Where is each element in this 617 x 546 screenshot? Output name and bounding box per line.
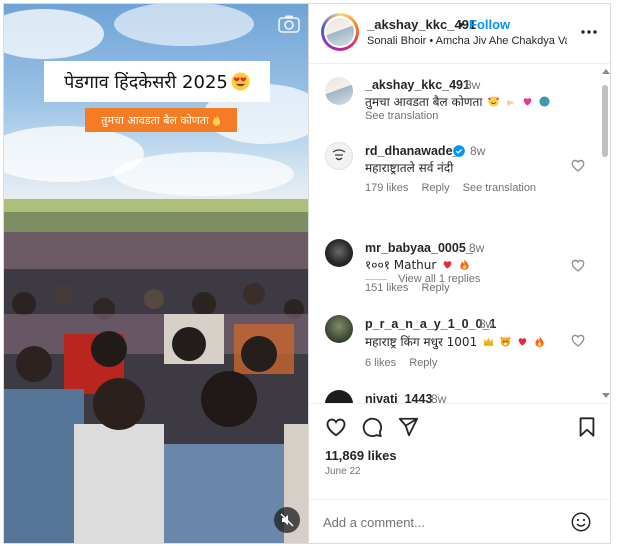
video-overlay-title: पेडगाव हिंदकेसरी 2025 [44,61,270,102]
comment-reply-button[interactable]: Reply [421,282,449,294]
comment-meta: 179 likes Reply See translation [365,182,546,194]
post-likes-count[interactable]: 11,869 likes [325,448,397,463]
pointing-hand-icon [506,100,514,106]
red-heart-icon [443,261,452,269]
replies-divider-line [365,278,387,280]
scroll-up-arrow-icon[interactable] [602,69,610,74]
post-date[interactable]: June 22 [325,466,361,477]
post-sidebar: _akshay_kkc_491 • Follow Sonali Bhoir • … [308,4,610,543]
post-actions: 11,869 likes June 22 [309,403,610,543]
post-header: _akshay_kkc_491 • Follow Sonali Bhoir • … [309,4,610,64]
instagram-post-dialog: पेडगाव हिंदकेसरी 2025 तुमचा आवडता बैल को… [3,3,611,544]
comment-username[interactable]: mr_babyaa_0005_ [365,241,473,255]
comment-likes[interactable]: 6 likes [365,357,396,369]
post-video[interactable]: पेडगाव हिंदकेसरी 2025 तुमचा आवडता बैल को… [4,4,308,543]
verified-badge-icon [453,145,465,157]
caption-text: तुमचा आवडता बैल कोणता [365,93,550,110]
comment-reply-button[interactable]: Reply [421,182,449,194]
more-horizontal-icon[interactable] [579,22,599,42]
author-avatar[interactable] [321,13,359,51]
scroll-down-arrow-icon[interactable] [602,393,610,398]
comment-like-heart-icon[interactable] [571,159,585,172]
comment-time[interactable]: 8w [470,144,485,158]
comment-likes[interactable]: 179 likes [365,182,408,194]
comments-list[interactable]: _akshay_kkc_491 8w तुमचा आवडता बैल कोणता… [309,65,610,403]
caption-username[interactable]: _akshay_kkc_491 [365,78,470,92]
pink-heart-icon [523,98,532,106]
fire-icon [534,336,544,347]
comment-likes[interactable]: 151 likes [365,282,408,294]
comment-time[interactable]: 8w [469,241,484,255]
globe-icon [539,96,550,107]
comment-like-heart-icon[interactable] [571,334,585,347]
comment-text: महाराष्ट्रातले सर्व नंदी [365,161,454,175]
caption-avatar[interactable] [325,77,353,105]
caption-see-translation[interactable]: See translation [365,110,438,122]
comment-text-value: महाराष्ट्र किंग मधुर 1001 [365,335,478,349]
follow-button[interactable]: Follow [469,17,510,32]
comment-avatar[interactable] [325,315,353,343]
audio-track-link[interactable]: Sonali Bhoir • Amcha Jiv Ahe Chakdya Var… [367,35,567,47]
comment-username[interactable]: p_r_a_n_a_y_1_0_0_1 [365,317,496,331]
comment-meta: 151 likes Reply [365,282,460,294]
scroll-thumb[interactable] [602,85,608,157]
add-comment-input[interactable] [323,511,553,533]
comment-text-value: १००१ Mathur [365,258,437,272]
video-overlay-subtitle: तुमचा आवडता बैल कोणता [85,108,237,132]
comment-text: १००१ Mathur [365,256,470,273]
comment-icon[interactable] [361,416,383,438]
header-separator: • [459,17,464,32]
crown-icon [483,337,494,346]
comment-avatar[interactable] [325,390,353,403]
comment-meta: 6 likes Reply [365,357,447,369]
mute-button[interactable] [274,507,300,533]
comment-reply-button[interactable]: Reply [409,357,437,369]
overlay-title-text: पेडगाव हिंदकेसरी 2025 [64,71,228,93]
comment-time[interactable]: 8w [479,317,494,331]
comment-username[interactable]: rd_dhanawade_ [365,144,459,158]
bookmark-icon[interactable] [576,416,598,438]
caption-time[interactable]: 8w [465,78,480,92]
caption-text-value: तुमचा आवडता बैल कोणता [365,95,483,109]
emoji-icon[interactable] [571,512,591,532]
comment-see-translation[interactable]: See translation [463,182,536,194]
tiger-face-icon [500,336,511,347]
smiling-face-with-hearts-icon [488,96,499,107]
comment-time[interactable]: 8w [431,392,446,403]
share-icon[interactable] [397,416,419,438]
add-comment-bar [309,499,610,543]
camera-icon [278,15,300,33]
red-heart-icon [518,338,527,346]
comment-like-heart-icon[interactable] [571,259,585,272]
fire-emoji-icon [212,114,220,126]
overlay-subtitle-text: तुमचा आवडता बैल कोणता [101,113,209,127]
comments-scrollbar[interactable] [599,67,610,402]
fire-icon [460,259,469,270]
avatar-logo-icon [332,149,346,161]
speaker-muted-icon [280,513,294,527]
heart-icon[interactable] [325,416,347,438]
comment-text: महाराष्ट्र किंग मधुर 1001 [365,333,545,350]
comment-avatar[interactable] [325,239,353,267]
heart-eyes-emoji-icon [231,72,250,91]
comment-username[interactable]: nivati_1443 [365,392,432,403]
